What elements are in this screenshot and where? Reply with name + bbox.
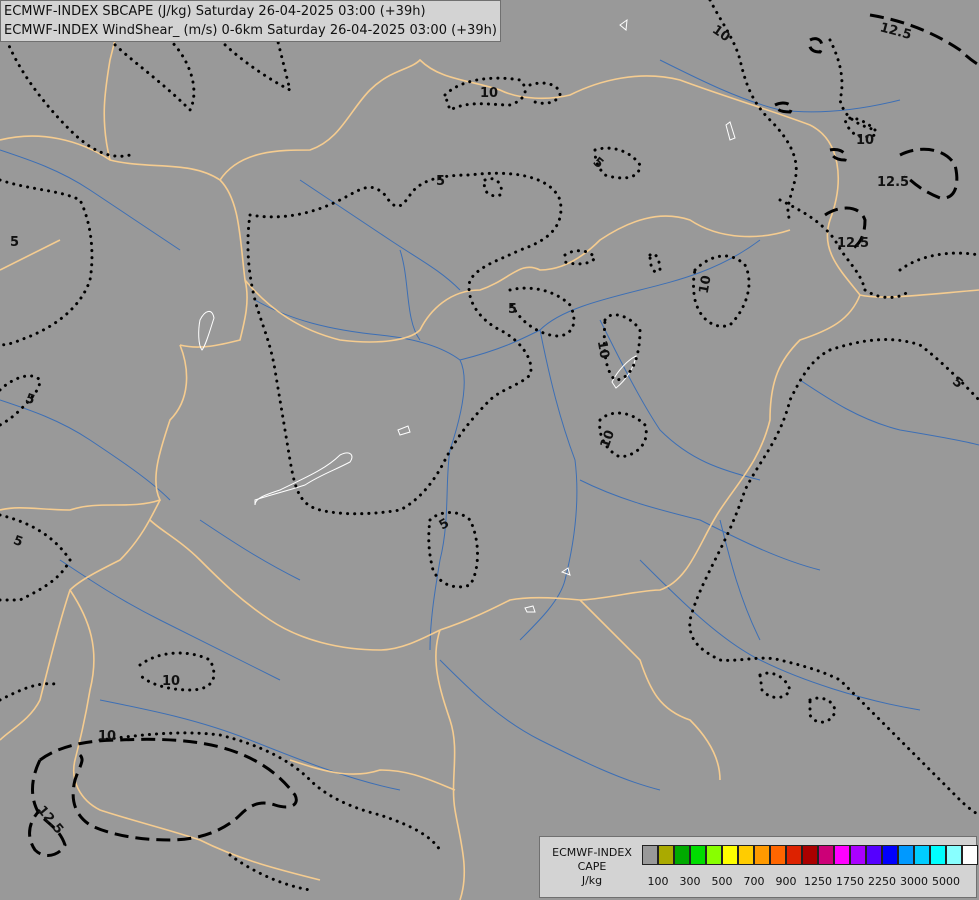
legend-tick-label: 100 [647, 875, 669, 888]
legend-swatch [658, 845, 674, 865]
legend-tick-label: 5000 [932, 875, 960, 888]
legend-swatch [962, 845, 978, 865]
legend-swatch [866, 845, 882, 865]
legend-swatch [802, 845, 818, 865]
legend-tick-label: 500 [711, 875, 733, 888]
legend-swatch [754, 845, 770, 865]
legend-swatch [850, 845, 866, 865]
contour-label: 5 [10, 235, 19, 250]
title-line-cape: ECMWF-INDEX SBCAPE (J/kg) Saturday 26-04… [4, 4, 426, 19]
map-title: ECMWF-INDEX SBCAPE (J/kg) Saturday 26-04… [0, 0, 501, 42]
contour-label: 12.5 [837, 236, 869, 251]
legend-tick-label: 2250 [868, 875, 896, 888]
contour-label: 10 [162, 674, 180, 689]
legend-title-unit: J/kg [581, 874, 603, 887]
legend-swatch [738, 845, 754, 865]
legend-tick-label: 700 [743, 875, 765, 888]
legend-swatch [642, 845, 658, 865]
title-line-windshear: ECMWF-INDEX WindShear_ (m/s) 0-6km Satur… [4, 23, 497, 38]
legend-tick-label: 300 [679, 875, 701, 888]
contour-label: 5 [436, 174, 445, 189]
contour-label: 10 [480, 86, 498, 101]
contour-label: 10 [594, 339, 612, 359]
cape-legend: ECMWF-INDEX CAPE J/kg 100 300 500 700 900 125… [539, 836, 978, 898]
legend-swatch [770, 845, 786, 865]
contour-label: 10 [697, 274, 715, 294]
legend-tick-label: 3000 [900, 875, 928, 888]
legend-swatch [722, 845, 738, 865]
legend-tick-label: 1750 [836, 875, 864, 888]
legend-tick-label: 1250 [804, 875, 832, 888]
legend-title-model: ECMWF-INDEX [552, 846, 632, 859]
legend-title-param: CAPE [577, 860, 607, 873]
legend-swatch [882, 845, 898, 865]
legend-swatch [930, 845, 946, 865]
contour-label: 10 [856, 133, 874, 148]
weather-map: 10 12.5 5 10 12.5 12.5 5 10 5 10 5 10 5 … [0, 0, 979, 900]
legend-swatch [706, 845, 722, 865]
legend-tick-label: 900 [775, 875, 797, 888]
contour-label: 12.5 [877, 175, 909, 190]
legend-swatch [674, 845, 690, 865]
legend-swatch [690, 845, 706, 865]
contour-label: 5 [508, 302, 517, 317]
legend-swatch [786, 845, 802, 865]
contour-label: 10 [98, 729, 116, 744]
legend-title: ECMWF-INDEX CAPE J/kg [542, 846, 642, 888]
legend-swatch [834, 845, 850, 865]
legend-swatch [898, 845, 914, 865]
legend-swatch [946, 845, 962, 865]
legend-swatch [914, 845, 930, 865]
legend-swatch [818, 845, 834, 865]
